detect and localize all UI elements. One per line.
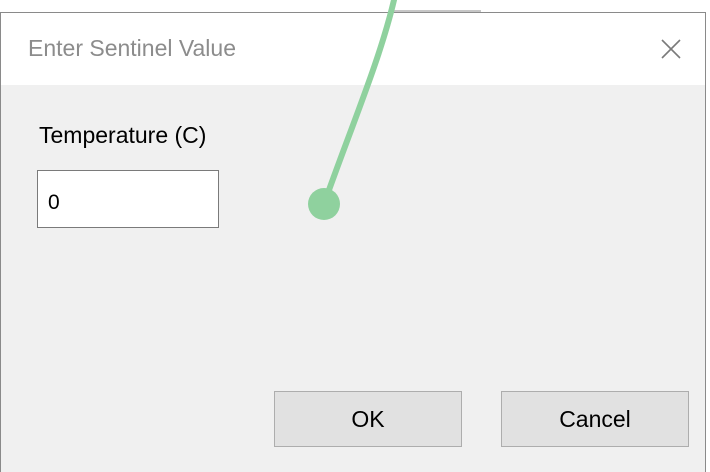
backdrop <box>0 0 710 12</box>
temperature-input[interactable] <box>37 170 219 228</box>
temperature-label: Temperature (C) <box>39 122 207 148</box>
dialog-title: Enter Sentinel Value <box>28 35 236 61</box>
sentinel-dialog: Enter Sentinel Value Temperature (C) OK … <box>0 12 706 472</box>
ok-button[interactable]: OK <box>274 391 462 447</box>
dialog-titlebar: Enter Sentinel Value <box>1 13 705 85</box>
close-icon <box>661 39 681 59</box>
cancel-button[interactable]: Cancel <box>501 391 689 447</box>
close-button[interactable] <box>649 29 693 69</box>
